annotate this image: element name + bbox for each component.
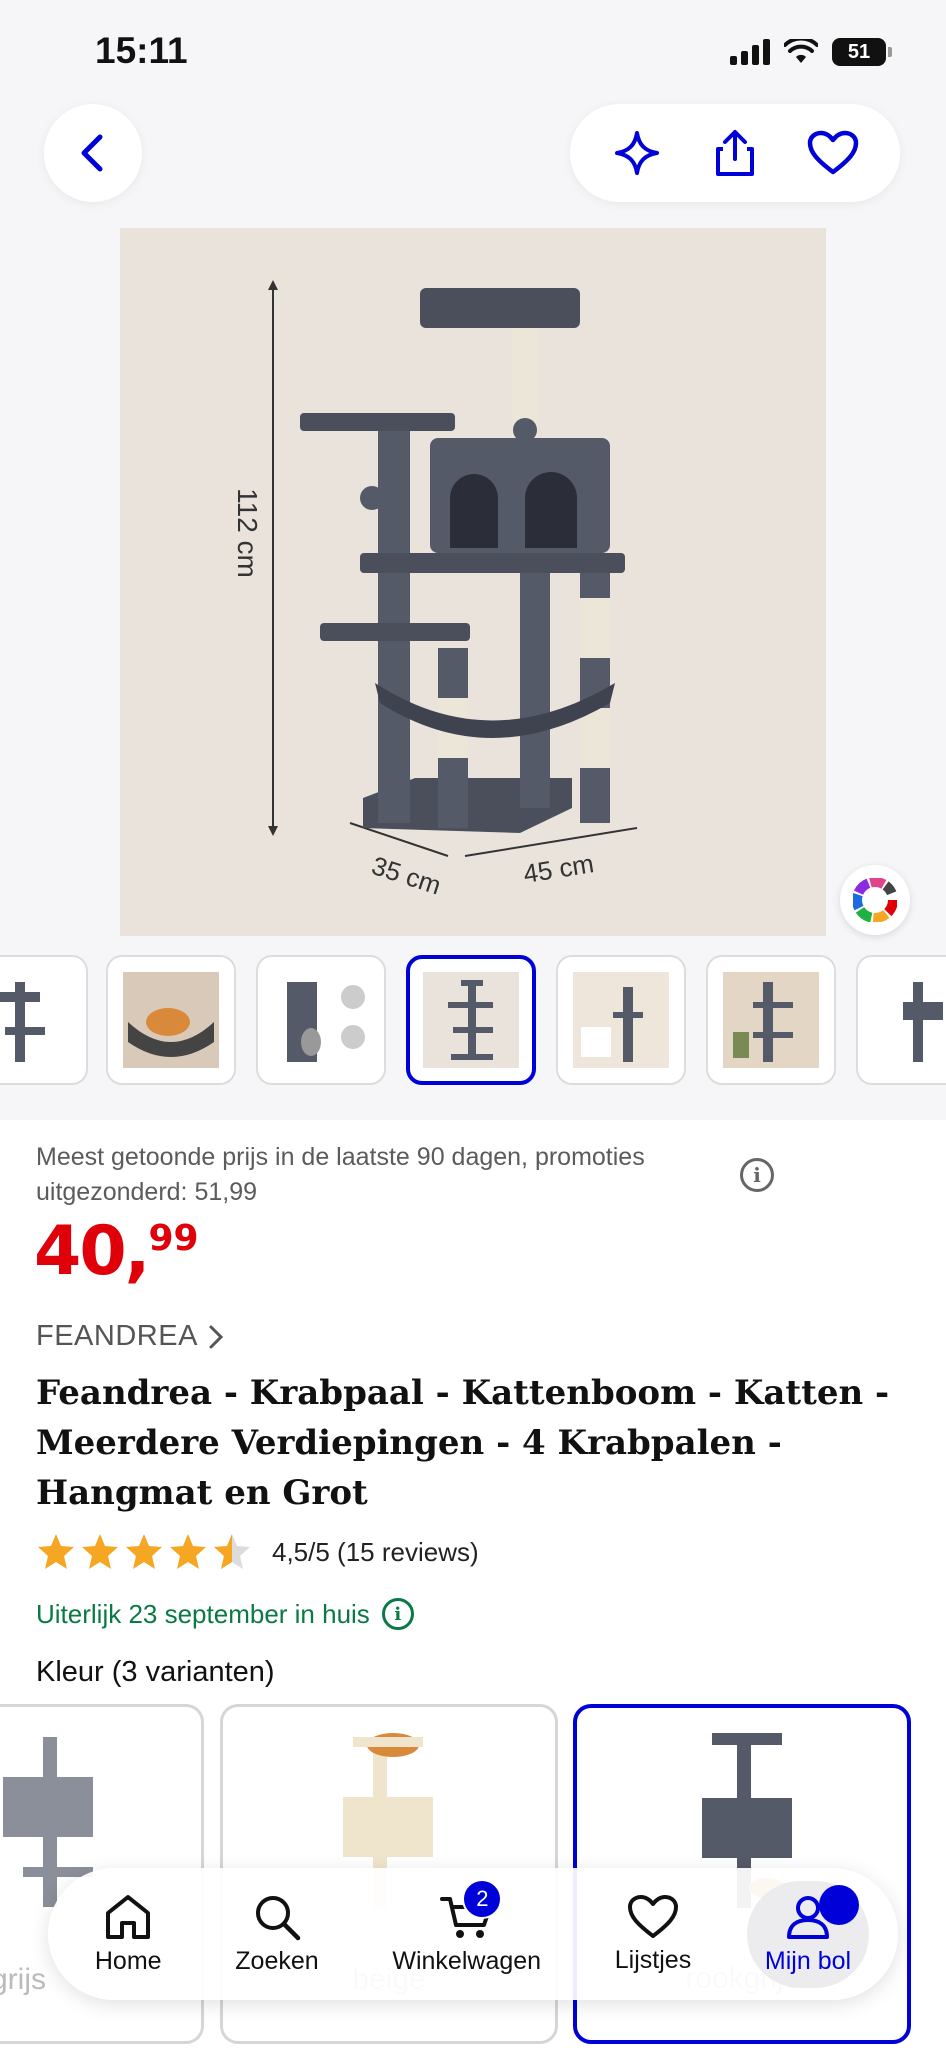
wifi-icon bbox=[784, 39, 818, 63]
delivery-text: Uiterlijk 23 september in huis bbox=[36, 1598, 370, 1629]
thumbnail[interactable] bbox=[706, 955, 836, 1085]
image-thumbnails bbox=[0, 955, 946, 1085]
thumbnail-image bbox=[123, 972, 219, 1068]
favorite-button[interactable] bbox=[803, 123, 863, 183]
thumbnail[interactable] bbox=[0, 955, 88, 1085]
notification-dot bbox=[819, 1884, 860, 1925]
tab-home[interactable]: Home bbox=[77, 1881, 180, 1988]
product-price: 40, 99 bbox=[34, 1212, 199, 1291]
thumbnail-image bbox=[273, 972, 369, 1068]
chevron-left-icon bbox=[81, 134, 103, 172]
depth-dimension-label: 35 cm bbox=[368, 850, 445, 900]
tab-label: Mijn bol bbox=[764, 1946, 852, 1975]
thumbnail-image bbox=[873, 972, 946, 1068]
rating-text: 4,5/5 (15 reviews) bbox=[272, 1536, 479, 1567]
status-time: 15:11 bbox=[95, 30, 188, 71]
delivery-info-icon[interactable]: i bbox=[381, 1598, 414, 1630]
share-icon bbox=[716, 130, 754, 176]
star-rating-icon bbox=[38, 1534, 250, 1569]
price-info-icon[interactable]: i bbox=[740, 1158, 774, 1192]
search-icon bbox=[255, 1895, 301, 1940]
tab-label: Zoeken bbox=[235, 1946, 319, 1975]
chevron-right-icon bbox=[209, 1325, 224, 1348]
status-bar: 15:11 51 bbox=[0, 0, 946, 110]
price-history-note: Meest getoonde prijs in de laatste 90 da… bbox=[36, 1143, 645, 1206]
heart-icon bbox=[627, 1894, 678, 1938]
thumbnail[interactable] bbox=[406, 955, 536, 1085]
price-cents: 99 bbox=[148, 1218, 199, 1259]
tab-label: Lijstjes bbox=[614, 1945, 692, 1974]
cart-count-badge: 2 bbox=[462, 1878, 503, 1919]
heart-icon bbox=[807, 130, 859, 175]
signal-icon bbox=[730, 39, 770, 65]
thumbnail[interactable] bbox=[556, 955, 686, 1085]
thumbnail-image bbox=[573, 972, 669, 1068]
product-title: Feandrea - Krabpaal - Kattenboom - Katte… bbox=[36, 1373, 890, 1513]
variants-label: Kleur (3 varianten) bbox=[36, 1656, 275, 1688]
sparkle-icon bbox=[615, 131, 659, 175]
tab-my-bol[interactable]: Mijn bol bbox=[746, 1880, 870, 1988]
height-dimension-label: 112 cm bbox=[232, 488, 263, 578]
width-dimension-label: 45 cm bbox=[521, 848, 596, 889]
back-button[interactable] bbox=[44, 104, 142, 202]
bottom-tab-bar: Home Zoeken 2 Winkelwagen Lijstjes Mijn … bbox=[48, 1868, 898, 2000]
thumbnail-image bbox=[0, 972, 71, 1068]
color-wheel-icon bbox=[853, 878, 897, 922]
cat-tree-illustration: 112 cm 35 cm 45 cm bbox=[232, 280, 638, 901]
brand-name: FEANDREA bbox=[36, 1320, 198, 1352]
color-variant-button[interactable] bbox=[840, 865, 910, 935]
price-euros: 40, bbox=[34, 1212, 150, 1291]
ai-assistant-button[interactable] bbox=[607, 123, 667, 183]
product-image[interactable]: 112 cm 35 cm 45 cm bbox=[120, 228, 826, 936]
brand-link[interactable]: FEANDREA bbox=[36, 1320, 224, 1353]
thumbnail[interactable] bbox=[856, 955, 946, 1085]
battery-indicator: 51 bbox=[832, 38, 892, 66]
product-rating[interactable]: 4,5/5 (15 reviews) bbox=[36, 1532, 479, 1572]
tab-label: Home bbox=[94, 1946, 162, 1975]
share-button[interactable] bbox=[705, 123, 765, 183]
thumbnail[interactable] bbox=[106, 955, 236, 1085]
tab-label: Winkelwagen bbox=[392, 1946, 542, 1975]
tab-search[interactable]: Zoeken bbox=[217, 1881, 336, 1988]
tab-lists[interactable]: Lijstjes bbox=[597, 1882, 709, 1987]
thumbnail-image bbox=[723, 972, 819, 1068]
thumbnail-image bbox=[423, 972, 519, 1068]
delivery-estimate: Uiterlijk 23 september in huis i bbox=[36, 1598, 414, 1630]
home-icon bbox=[106, 1894, 151, 1939]
status-icons: 51 bbox=[730, 38, 892, 66]
thumbnail[interactable] bbox=[256, 955, 386, 1085]
header-actions bbox=[570, 104, 900, 202]
tab-cart[interactable]: 2 Winkelwagen bbox=[374, 1878, 559, 1988]
